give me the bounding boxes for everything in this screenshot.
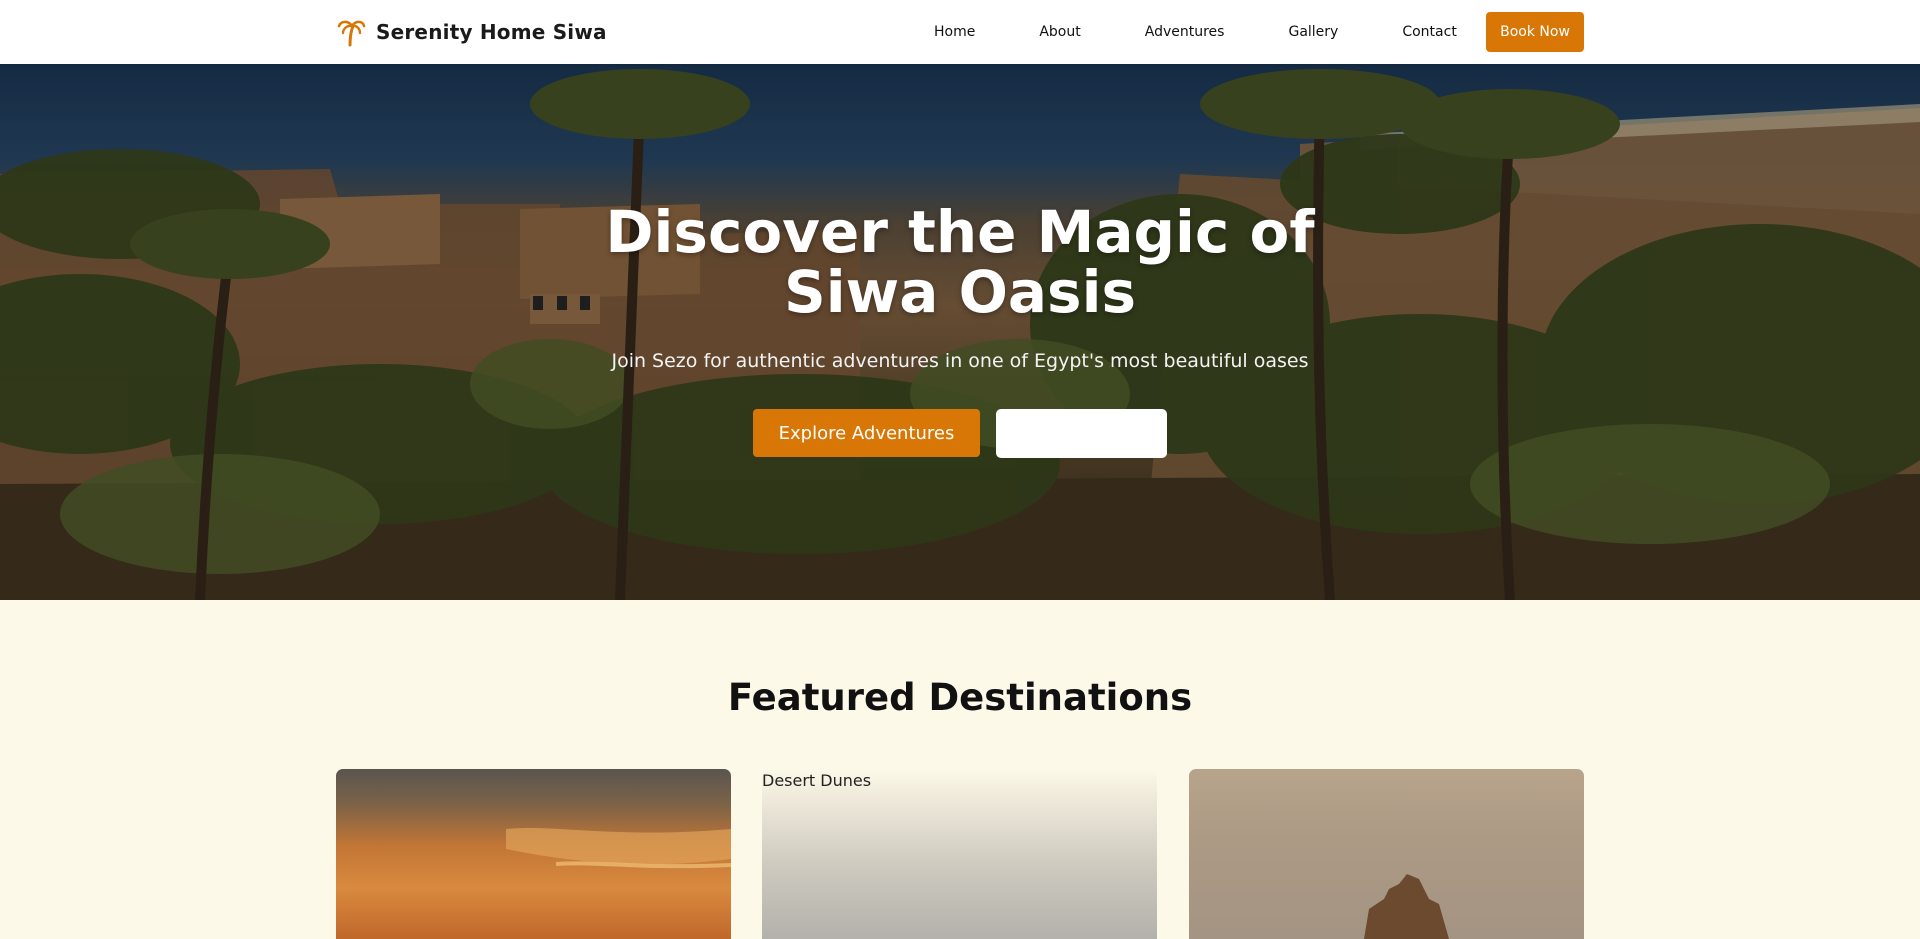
navbar: Serenity Home Siwa Home About Adventures…	[0, 0, 1920, 64]
nav-link-home[interactable]: Home	[934, 24, 975, 40]
explore-adventures-button[interactable]: Explore Adventures	[753, 409, 980, 457]
featured-destinations-title: Featured Destinations	[727, 676, 1193, 719]
nav-link-gallery[interactable]: Gallery	[1288, 24, 1338, 40]
nav-links: Home About Adventures Gallery Contact	[934, 0, 1457, 64]
nav-link-about[interactable]: About	[1039, 24, 1080, 40]
hero-banner: Discover the Magic of Siwa Oasis Join Se…	[0, 64, 1920, 600]
card-label: Desert Dunes	[762, 771, 872, 790]
sunset-image	[506, 827, 731, 869]
nav-link-adventures[interactable]: Adventures	[1145, 24, 1225, 40]
destination-card[interactable]	[336, 769, 731, 939]
hero-subtitle: Join Sezo for authentic adventures in on…	[611, 350, 1309, 372]
hero-title: Discover the Magic of Siwa Oasis	[605, 198, 1315, 326]
destination-card[interactable]	[1189, 769, 1584, 939]
nav-link-contact[interactable]: Contact	[1402, 24, 1456, 40]
secondary-hero-button[interactable]	[996, 409, 1167, 458]
brand-logo[interactable]: Serenity Home Siwa	[336, 17, 607, 47]
rock-formation-image	[1364, 874, 1449, 939]
destination-card[interactable]: Desert Dunes	[762, 769, 1157, 939]
brand-name: Serenity Home Siwa	[376, 20, 607, 44]
book-now-button[interactable]: Book Now	[1486, 12, 1584, 52]
hero-overlay	[0, 64, 1920, 600]
palm-tree-icon	[336, 17, 366, 47]
